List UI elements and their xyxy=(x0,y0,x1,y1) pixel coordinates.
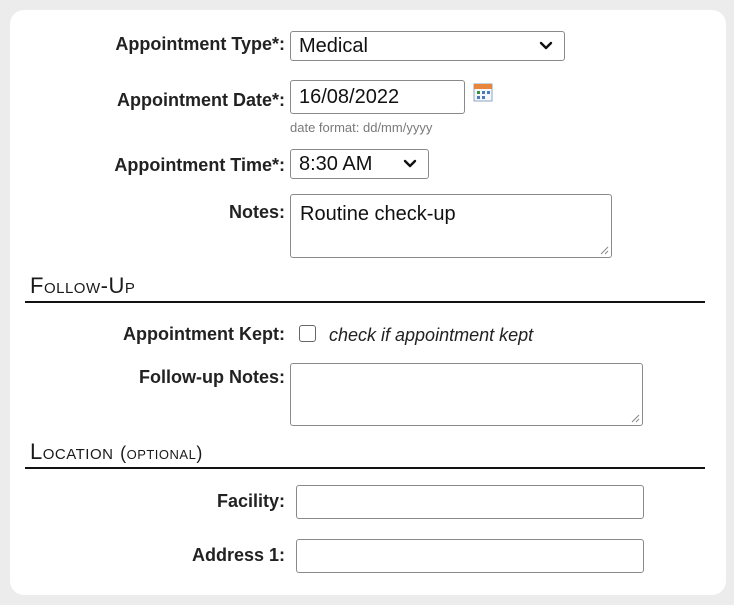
location-divider xyxy=(25,467,705,469)
notes-label: Notes: xyxy=(228,202,285,222)
notes-value: Routine check-up xyxy=(300,203,456,225)
appointment-date-value: 16/08/2022 xyxy=(299,86,400,108)
chevron-down-icon xyxy=(539,41,553,50)
chevron-down-icon xyxy=(403,159,417,168)
appointment-kept-hint: check if appointment kept xyxy=(329,325,534,345)
appointment-form: Appointment Type*: Medical Appointment D… xyxy=(10,10,726,595)
appointment-type-select[interactable]: Medical xyxy=(290,31,565,61)
appointment-kept-checkbox[interactable] xyxy=(299,325,316,342)
date-format-hint: date format: dd/mm/yyyy xyxy=(290,120,433,135)
follow-up-divider xyxy=(25,301,705,303)
appointment-type-label: Appointment Type*: xyxy=(115,34,285,54)
appointment-time-value: 8:30 AM xyxy=(299,153,373,175)
appointment-kept-label: Appointment Kept: xyxy=(123,324,285,344)
facility-input[interactable] xyxy=(296,485,644,519)
appointment-date-input[interactable]: 16/08/2022 xyxy=(290,80,465,114)
location-title: Location xyxy=(30,439,114,464)
resize-grip-icon[interactable] xyxy=(628,411,640,423)
location-section-title: Location (optional) xyxy=(30,439,203,465)
appointment-time-select[interactable]: 8:30 AM xyxy=(290,149,429,179)
appointment-type-value: Medical xyxy=(299,35,368,57)
appointment-date-label: Appointment Date*: xyxy=(117,90,285,110)
resize-grip-icon[interactable] xyxy=(597,243,609,255)
follow-up-notes-label: Follow-up Notes: xyxy=(139,367,285,387)
follow-up-section-title: Follow-Up xyxy=(30,273,136,298)
facility-label: Facility: xyxy=(216,491,285,511)
notes-textarea[interactable]: Routine check-up xyxy=(290,194,612,258)
follow-up-notes-textarea[interactable] xyxy=(290,363,643,426)
address1-input[interactable] xyxy=(296,539,644,573)
location-subtitle: (optional) xyxy=(120,443,203,463)
address1-label: Address 1: xyxy=(191,545,285,565)
appointment-time-label: Appointment Time*: xyxy=(114,155,285,175)
calendar-icon[interactable] xyxy=(473,82,493,102)
